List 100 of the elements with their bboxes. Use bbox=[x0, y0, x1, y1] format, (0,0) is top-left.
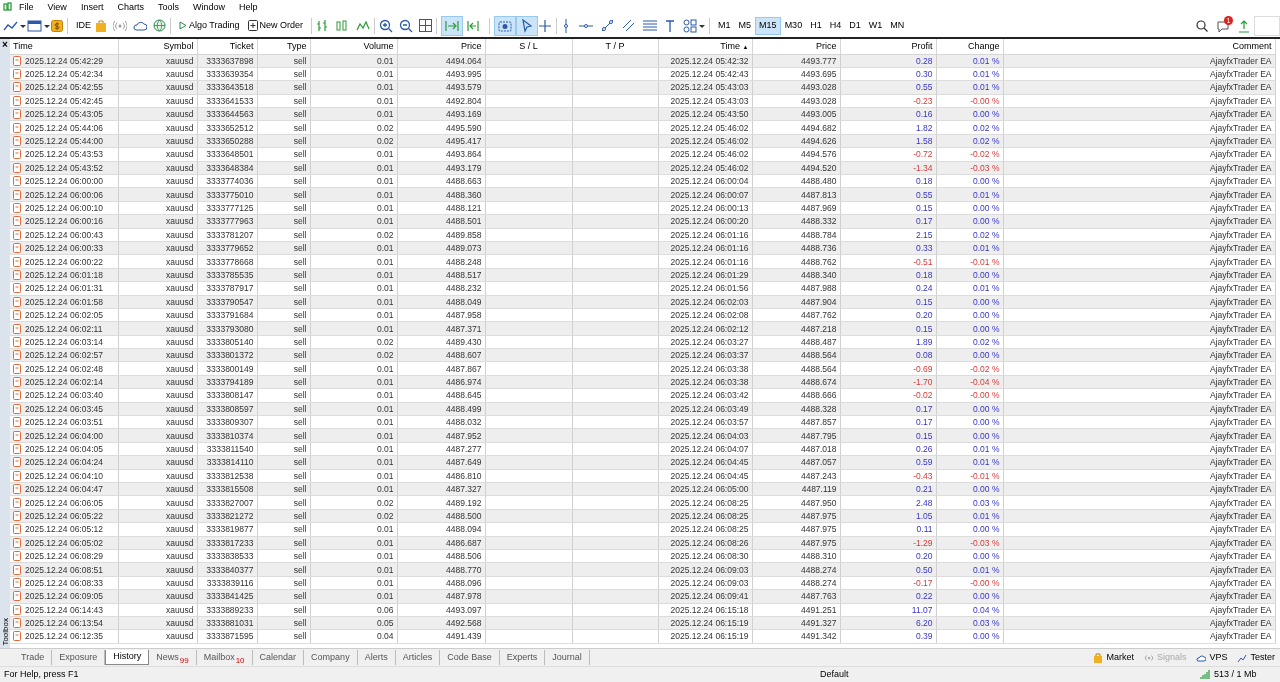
table-cell: 4491.251 bbox=[752, 603, 840, 617]
table-cell: 4493.695 bbox=[752, 67, 840, 81]
table-cell: 2025.12.24 06:02:48 bbox=[25, 362, 103, 375]
bar-chart-icon[interactable] bbox=[316, 18, 329, 33]
line-chart-icon[interactable] bbox=[356, 19, 371, 32]
signal-waves-icon[interactable] bbox=[113, 19, 127, 32]
menu-item[interactable]: View bbox=[40, 1, 74, 13]
column-header[interactable]: Symbol bbox=[118, 39, 197, 54]
table-cell: 2025.12.24 06:06:05 bbox=[25, 496, 103, 509]
column-header[interactable]: Profit bbox=[840, 39, 936, 54]
panel-tab[interactable]: Trade bbox=[14, 650, 53, 665]
panel-tab[interactable]: Alerts bbox=[357, 650, 396, 665]
shapes-dropdown-icon[interactable] bbox=[683, 18, 706, 33]
timeframe-button[interactable]: D1 bbox=[845, 16, 865, 35]
menu-item[interactable]: Insert bbox=[73, 1, 111, 13]
chart-window-dropdown-icon[interactable] bbox=[27, 18, 51, 33]
table-cell: 3333819877 bbox=[197, 522, 257, 537]
panel-tab[interactable]: History bbox=[105, 650, 150, 665]
timeframe-button[interactable]: M30 bbox=[780, 16, 807, 35]
column-header[interactable]: Volume bbox=[310, 39, 397, 54]
table-cell: AjayfxTrader EA bbox=[1003, 94, 1275, 108]
document-icon bbox=[13, 296, 21, 307]
column-header[interactable]: T / P bbox=[572, 39, 658, 54]
service-tab[interactable]: Tester bbox=[1232, 650, 1280, 665]
timeframe-button[interactable]: M1 bbox=[714, 16, 735, 35]
table-cell: 0.01 bbox=[310, 522, 397, 537]
table-cell: xauusd bbox=[118, 603, 197, 617]
column-header[interactable]: Time bbox=[10, 39, 118, 54]
table-cell: AjayfxTrader EA bbox=[1003, 415, 1275, 429]
table-cell: 2025.12.24 06:14:43 bbox=[25, 603, 103, 616]
table-cell: 2025.12.24 06:04:00 bbox=[25, 429, 103, 442]
trend-line-icon[interactable] bbox=[601, 19, 615, 32]
panel-tab[interactable]: Code Base bbox=[440, 650, 500, 665]
status-text: For Help, press F1 bbox=[3, 667, 80, 681]
toggle-button[interactable] bbox=[494, 15, 517, 36]
table-cell: sell bbox=[257, 522, 310, 537]
camera-icon bbox=[498, 18, 513, 33]
menu-item[interactable]: Window bbox=[185, 1, 232, 13]
app-logo-icon bbox=[3, 2, 12, 12]
table-cell: 4488.310 bbox=[752, 549, 840, 563]
algo-trading-button[interactable]: Algo Trading bbox=[175, 15, 244, 36]
crosshair-icon[interactable] bbox=[538, 18, 553, 33]
column-header[interactable]: Ticket bbox=[197, 39, 257, 54]
document-icon bbox=[13, 484, 21, 495]
coin-icon[interactable] bbox=[51, 19, 63, 32]
grid-icon[interactable] bbox=[419, 19, 433, 32]
menu-item[interactable]: Tools bbox=[150, 1, 186, 13]
column-header[interactable]: S / L bbox=[485, 39, 572, 54]
zoom-in-icon[interactable] bbox=[379, 18, 394, 33]
panel-tab[interactable]: Articles bbox=[395, 650, 441, 665]
candlestick-icon[interactable] bbox=[336, 18, 349, 33]
globe-icon[interactable] bbox=[153, 19, 166, 32]
document-icon bbox=[13, 551, 21, 562]
menu-item[interactable]: File bbox=[12, 1, 41, 13]
timeframe-button[interactable]: M15 bbox=[755, 16, 781, 35]
toggle-button[interactable] bbox=[441, 15, 464, 36]
timeframe-button[interactable]: M5 bbox=[734, 16, 756, 35]
table-cell: 4488.487 bbox=[752, 335, 840, 349]
table-cell: 4488.762 bbox=[752, 254, 840, 269]
table-cell: 2025.12.24 06:00:06 bbox=[25, 188, 103, 201]
timeframe-button[interactable]: H4 bbox=[825, 16, 846, 35]
table-cell: 2025.12.24 05:43:52 bbox=[25, 161, 103, 174]
channel-icon[interactable] bbox=[622, 19, 636, 32]
table-cell: 3333777125 bbox=[197, 201, 257, 215]
table-cell: 2025.12.24 06:02:08 bbox=[658, 308, 752, 322]
table-cell: 0.00 % bbox=[936, 174, 1003, 188]
timeframe-button[interactable]: W1 bbox=[864, 16, 887, 35]
search-icon[interactable] bbox=[1196, 19, 1208, 32]
panel-tab[interactable]: Company bbox=[304, 650, 358, 665]
text-tool-icon[interactable] bbox=[665, 19, 676, 32]
column-header[interactable]: Price bbox=[397, 39, 485, 54]
timeframe-button[interactable]: H1 bbox=[806, 16, 826, 35]
table-cell: xauusd bbox=[118, 549, 197, 563]
table-cell: 2025.12.24 06:03:57 bbox=[658, 415, 752, 429]
table-cell: -0.69 bbox=[840, 362, 936, 376]
close-icon[interactable]: × bbox=[2, 39, 8, 51]
table-cell: 0.30 bbox=[840, 67, 936, 81]
column-header[interactable]: Type bbox=[257, 39, 310, 54]
cloud-icon[interactable] bbox=[133, 19, 147, 32]
column-header[interactable]: Price bbox=[752, 39, 840, 54]
table-cell: 2025.12.24 06:02:14 bbox=[25, 376, 103, 389]
ide-button[interactable]: IDE bbox=[72, 15, 95, 36]
service-tab[interactable]: Market bbox=[1088, 650, 1139, 665]
service-tab[interactable]: VPS bbox=[1191, 650, 1233, 665]
chart-icon bbox=[1237, 652, 1248, 663]
timeframe-button[interactable]: MN bbox=[886, 16, 909, 35]
new-order-button[interactable]: New Order bbox=[243, 15, 308, 36]
chat-bubble-icon[interactable] bbox=[1216, 18, 1230, 33]
column-header[interactable]: Change bbox=[936, 39, 1003, 54]
panel-tab[interactable]: Journal bbox=[545, 650, 590, 665]
table-cell: 4488.232 bbox=[397, 281, 485, 296]
table-cell: 0.01 % bbox=[936, 67, 1003, 81]
panel-tab[interactable]: Experts bbox=[499, 650, 546, 665]
column-header[interactable]: Comment bbox=[1003, 39, 1275, 54]
table-cell: 4488.121 bbox=[397, 201, 485, 215]
panel-tab[interactable]: Calendar bbox=[252, 650, 305, 665]
menu-item[interactable]: Help bbox=[231, 1, 265, 13]
toggle-button[interactable] bbox=[516, 15, 539, 36]
zoom-out-icon[interactable] bbox=[399, 18, 414, 33]
menu-item[interactable]: Charts bbox=[110, 1, 151, 13]
